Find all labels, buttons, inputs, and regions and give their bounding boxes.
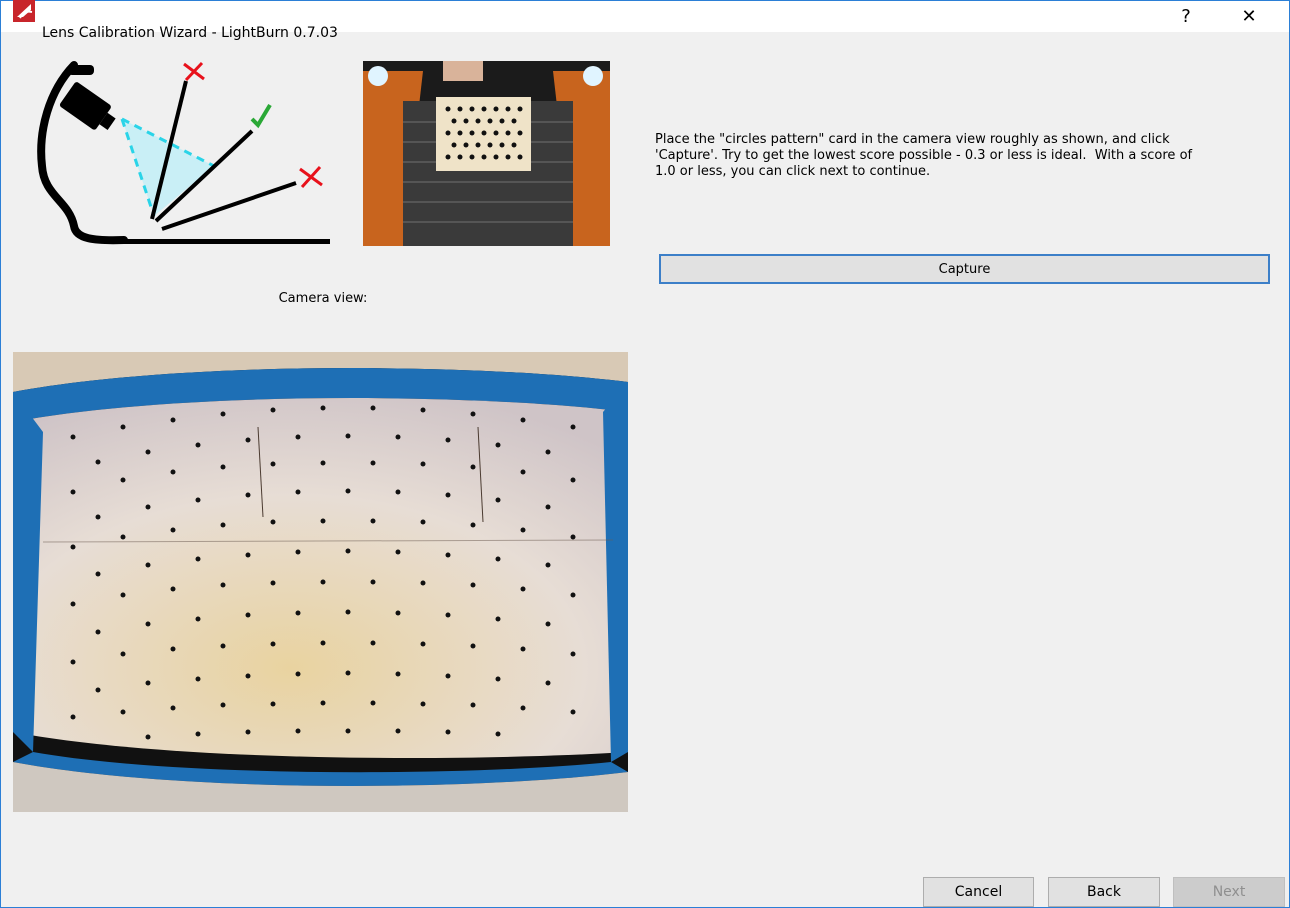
wizard-window: Lens Calibration Wizard - LightBurn 0.7.… [0,0,1290,908]
close-button[interactable]: ✕ [1226,1,1272,31]
lightburn-app-icon [13,0,35,22]
cross-icon [183,61,205,82]
title-bar: Lens Calibration Wizard - LightBurn 0.7.… [1,0,1289,41]
camera-view-label: Camera view: [278,291,368,306]
help-button[interactable]: ? [1163,1,1209,31]
table-line [104,239,330,244]
camera-view-cone [122,119,214,216]
window-title: Lens Calibration Wizard - LightBurn 0.7.… [42,25,338,41]
back-button[interactable]: Back [1048,877,1160,907]
instructions-text: Place the "circles pattern" card in the … [655,132,1193,179]
example-photo [363,61,610,246]
capture-button[interactable]: Capture [659,254,1270,284]
next-button[interactable]: Next [1173,877,1285,907]
checkmark-icon [250,103,272,129]
camera-view-image [13,352,628,812]
camera-angle-diagram [37,61,330,245]
camera-icon [59,82,116,130]
cancel-button[interactable]: Cancel [923,877,1034,907]
cross-icon [299,165,323,189]
